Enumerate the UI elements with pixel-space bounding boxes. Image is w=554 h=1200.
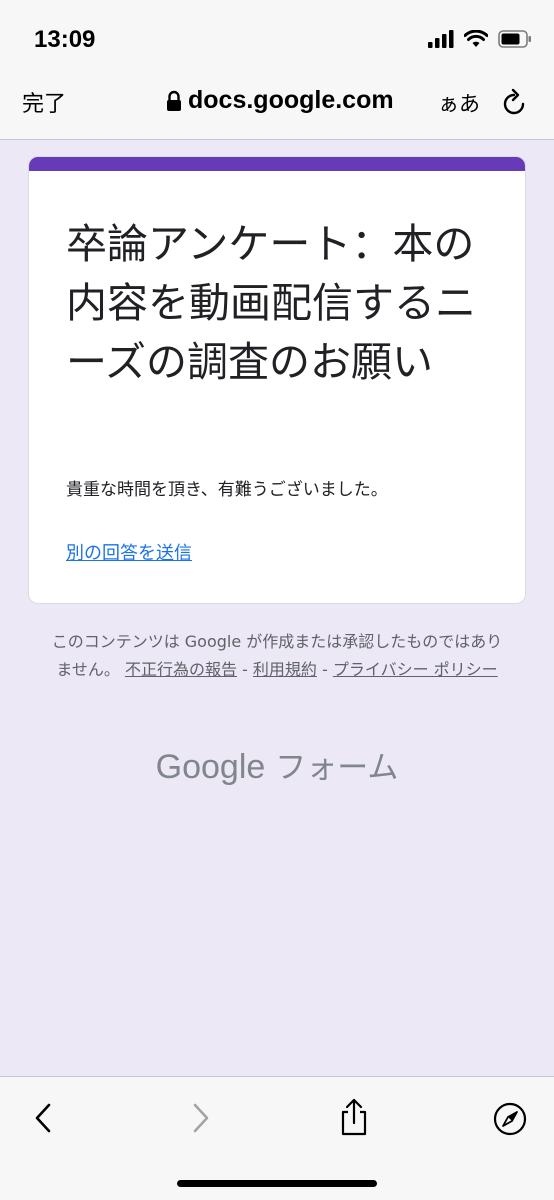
- url-text: docs.google.com: [188, 86, 394, 114]
- report-abuse-link[interactable]: 不正行為の報告: [125, 660, 237, 679]
- share-icon[interactable]: [338, 1097, 370, 1137]
- footer-separator: -: [316, 660, 333, 679]
- wifi-icon: [464, 30, 488, 47]
- status-time: 13:09: [34, 26, 96, 53]
- forms-product-name: フォーム: [275, 750, 399, 786]
- card-accent-bar: [29, 157, 525, 171]
- address-bar: 完了 docs.google.com ぁあ: [0, 80, 554, 140]
- compass-icon[interactable]: [492, 1101, 528, 1137]
- home-indicator: [177, 1180, 377, 1187]
- status-icons: [428, 30, 532, 48]
- privacy-policy-link[interactable]: プライバシー ポリシー: [333, 660, 498, 679]
- status-bar: 13:09: [0, 0, 554, 80]
- done-button[interactable]: 完了: [22, 86, 66, 118]
- reload-icon[interactable]: [500, 84, 530, 120]
- lock-icon: [167, 90, 181, 111]
- confirmation-message: 貴重な時間を頂き、有難うございました。: [66, 480, 388, 500]
- cellular-signal-icon: [428, 30, 454, 48]
- battery-icon: [498, 30, 531, 48]
- google-logo: Google: [155, 748, 266, 786]
- safari-screen: 13:09 完了 docs.google.com ぁあ 卒論アンケート：本の内容…: [0, 0, 554, 1200]
- google-forms-brand[interactable]: Google フォーム: [0, 742, 554, 787]
- forward-icon[interactable]: [188, 1101, 214, 1135]
- form-confirmation-card: 卒論アンケート：本の内容を動画配信するニーズの調査のお願い 貴重な時間を頂き、有…: [28, 156, 526, 604]
- footer-separator: -: [236, 660, 253, 679]
- submit-another-response-link[interactable]: 別の回答を送信: [66, 539, 192, 565]
- form-title: 卒論アンケート：本の内容を動画配信するニーズの調査のお願い: [66, 220, 476, 386]
- terms-link[interactable]: 利用規約: [253, 660, 317, 679]
- back-icon[interactable]: [30, 1101, 56, 1135]
- footer-disclaimer: このコンテンツは Google が作成または承認したものではありません。 不正行…: [44, 628, 510, 684]
- text-size-button[interactable]: ぁあ: [438, 88, 480, 118]
- url-field[interactable]: docs.google.com: [166, 86, 394, 115]
